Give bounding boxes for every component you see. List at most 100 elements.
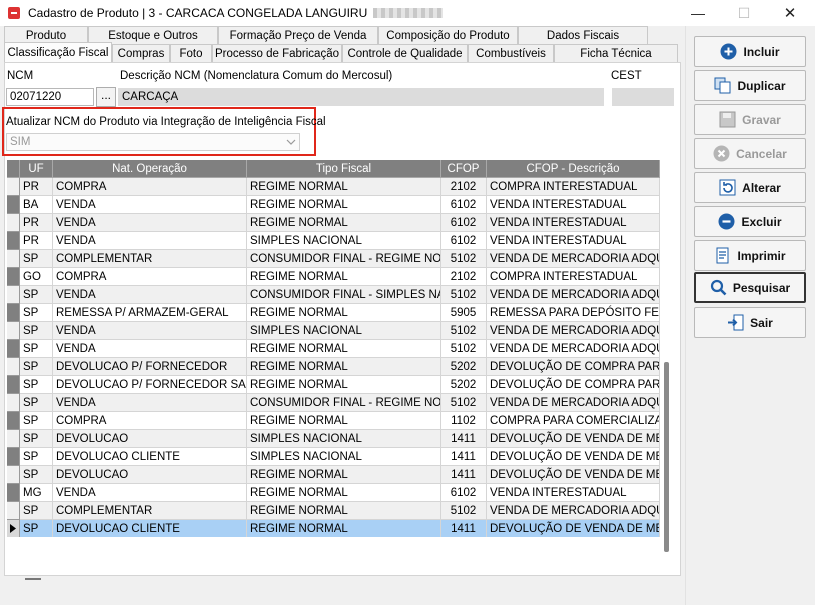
cell-cfop-descricao[interactable]: DEVOLUÇÃO DE VENDA DE MERC: [487, 520, 660, 537]
cell-tipo-fiscal[interactable]: SIMPLES NACIONAL: [247, 430, 441, 448]
tab-processo-fabricacao[interactable]: Processo de Fabricação: [212, 44, 342, 62]
cell-cfop-descricao[interactable]: VENDA DE MERCADORIA ADQUIR: [487, 340, 660, 358]
cell-tipo-fiscal[interactable]: REGIME NORMAL: [247, 484, 441, 502]
cell-nat-operacao[interactable]: DEVOLUCAO CLIENTE: [53, 448, 247, 466]
alterar-button[interactable]: Alterar: [694, 172, 806, 203]
table-row[interactable]: PR COMPRA REGIME NORMAL 2102 COMPRA INTEREST…: [7, 178, 660, 196]
tab-foto[interactable]: Foto: [170, 44, 212, 62]
cell-cfop[interactable]: 6102: [441, 484, 487, 502]
cell-nat-operacao[interactable]: DEVOLUCAO: [53, 430, 247, 448]
incluir-button[interactable]: Incluir: [694, 36, 806, 67]
cell-uf[interactable]: PR: [20, 214, 53, 232]
col-header-tipo-fiscal[interactable]: Tipo Fiscal: [247, 160, 441, 178]
cell-nat-operacao[interactable]: COMPRA: [53, 268, 247, 286]
table-row[interactable]: SP VENDA REGIME NORMAL 5102 VENDA DE MERCADO…: [7, 340, 660, 358]
duplicar-button[interactable]: Duplicar: [694, 70, 806, 101]
cell-nat-operacao[interactable]: REMESSA P/ ARMAZEM-GERAL: [53, 304, 247, 322]
pesquisar-button[interactable]: Pesquisar: [694, 272, 806, 303]
col-header-nat-operacao[interactable]: Nat. Operação: [53, 160, 247, 178]
cell-uf[interactable]: SP: [20, 376, 53, 394]
cell-cfop[interactable]: 6102: [441, 232, 487, 250]
cell-nat-operacao[interactable]: COMPRA: [53, 178, 247, 196]
cell-tipo-fiscal[interactable]: REGIME NORMAL: [247, 376, 441, 394]
cell-cfop[interactable]: 6102: [441, 214, 487, 232]
cell-cfop-descricao[interactable]: COMPRA PARA COMERCIALIZAÇÃ: [487, 412, 660, 430]
cell-uf[interactable]: PR: [20, 178, 53, 196]
tab-ficha-tecnica[interactable]: Ficha Técnica: [554, 44, 678, 62]
cell-cfop-descricao[interactable]: VENDA INTERESTADUAL: [487, 196, 660, 214]
cell-cfop[interactable]: 5202: [441, 376, 487, 394]
tab-classificacao-fiscal[interactable]: Classificação Fiscal: [4, 42, 112, 62]
table-row[interactable]: SP COMPLEMENTAR CONSUMIDOR FINAL - REGIME …: [7, 250, 660, 268]
cell-cfop-descricao[interactable]: VENDA DE MERCADORIA ADQUIR: [487, 286, 660, 304]
cell-tipo-fiscal[interactable]: REGIME NORMAL: [247, 304, 441, 322]
row-indicator[interactable]: [7, 178, 20, 196]
row-indicator[interactable]: [7, 286, 20, 304]
col-header-cfop[interactable]: CFOP: [441, 160, 487, 178]
row-indicator[interactable]: [7, 484, 20, 502]
row-indicator[interactable]: [7, 430, 20, 448]
cell-cfop-descricao[interactable]: COMPRA INTERESTADUAL: [487, 268, 660, 286]
cell-cfop-descricao[interactable]: VENDA DE MERCADORIA ADQUIR: [487, 502, 660, 520]
table-row[interactable]: SP VENDA CONSUMIDOR FINAL - REGIME NORM 510…: [7, 394, 660, 412]
cell-tipo-fiscal[interactable]: CONSUMIDOR FINAL - REGIME NORM: [247, 250, 441, 268]
cell-cfop[interactable]: 1102: [441, 412, 487, 430]
imprimir-button[interactable]: Imprimir: [694, 240, 806, 271]
table-row[interactable]: SP VENDA SIMPLES NACIONAL 5102 VENDA DE MERC…: [7, 322, 660, 340]
cell-cfop[interactable]: 5102: [441, 502, 487, 520]
cell-tipo-fiscal[interactable]: REGIME NORMAL: [247, 178, 441, 196]
tab-compras[interactable]: Compras: [112, 44, 170, 62]
cell-cfop-descricao[interactable]: VENDA INTERESTADUAL: [487, 232, 660, 250]
row-indicator[interactable]: [7, 196, 20, 214]
table-row[interactable]: SP VENDA CONSUMIDOR FINAL - SIMPLES NACI 51…: [7, 286, 660, 304]
tab-formacao-preco[interactable]: Formação Preço de Venda: [218, 26, 378, 44]
row-indicator[interactable]: [7, 466, 20, 484]
cell-nat-operacao[interactable]: VENDA: [53, 196, 247, 214]
cell-cfop[interactable]: 1411: [441, 430, 487, 448]
table-row[interactable]: PR VENDA REGIME NORMAL 6102 VENDA INTERESTAD…: [7, 214, 660, 232]
row-indicator[interactable]: [7, 358, 20, 376]
cell-tipo-fiscal[interactable]: REGIME NORMAL: [247, 412, 441, 430]
tab-dados-fiscais[interactable]: Dados Fiscais: [518, 26, 648, 44]
cell-uf[interactable]: SP: [20, 448, 53, 466]
cell-cfop-descricao[interactable]: COMPRA INTERESTADUAL: [487, 178, 660, 196]
cell-nat-operacao[interactable]: VENDA: [53, 394, 247, 412]
cell-cfop-descricao[interactable]: VENDA INTERESTADUAL: [487, 214, 660, 232]
cell-cfop[interactable]: 5202: [441, 358, 487, 376]
table-row[interactable]: SP DEVOLUCAO REGIME NORMAL 1411 DEVOLUÇÃO DE…: [7, 466, 660, 484]
cell-cfop[interactable]: 5102: [441, 340, 487, 358]
cell-cfop-descricao[interactable]: REMESSA PARA DEPÓSITO FECH: [487, 304, 660, 322]
cell-cfop[interactable]: 2102: [441, 268, 487, 286]
cell-cfop[interactable]: 1411: [441, 466, 487, 484]
cell-cfop[interactable]: 5102: [441, 286, 487, 304]
row-indicator[interactable]: [7, 394, 20, 412]
cell-cfop-descricao[interactable]: DEVOLUÇÃO DE VENDA DE MERC: [487, 466, 660, 484]
cell-cfop[interactable]: 5102: [441, 322, 487, 340]
close-button[interactable]: ✕: [767, 0, 813, 26]
cell-nat-operacao[interactable]: VENDA: [53, 232, 247, 250]
cell-uf[interactable]: BA: [20, 196, 53, 214]
row-indicator[interactable]: [7, 268, 20, 286]
cell-uf[interactable]: SP: [20, 286, 53, 304]
cell-cfop-descricao[interactable]: DEVOLUÇÃO DE VENDA DE MERC: [487, 448, 660, 466]
ncm-lookup-button[interactable]: ...: [96, 87, 116, 107]
table-row[interactable]: SP DEVOLUCAO CLIENTE REGIME NORMAL 1411 DEVO…: [7, 520, 660, 537]
tab-composicao-produto[interactable]: Composição do Produto: [378, 26, 518, 44]
cell-tipo-fiscal[interactable]: SIMPLES NACIONAL: [247, 448, 441, 466]
minimize-button[interactable]: —: [675, 0, 721, 26]
row-indicator[interactable]: [7, 250, 20, 268]
cell-uf[interactable]: PR: [20, 232, 53, 250]
cell-tipo-fiscal[interactable]: SIMPLES NACIONAL: [247, 322, 441, 340]
cell-tipo-fiscal[interactable]: REGIME NORMAL: [247, 520, 441, 537]
table-row[interactable]: GO COMPRA REGIME NORMAL 2102 COMPRA INTEREST…: [7, 268, 660, 286]
col-header-cfop-descricao[interactable]: CFOP - Descrição: [487, 160, 660, 178]
cell-nat-operacao[interactable]: VENDA: [53, 484, 247, 502]
cell-uf[interactable]: SP: [20, 430, 53, 448]
row-indicator[interactable]: [7, 322, 20, 340]
table-row[interactable]: SP REMESSA P/ ARMAZEM-GERAL REGIME NORMAL 5…: [7, 304, 660, 322]
excluir-button[interactable]: Excluir: [694, 206, 806, 237]
gravar-button[interactable]: Gravar: [694, 104, 806, 135]
cell-nat-operacao[interactable]: COMPLEMENTAR: [53, 502, 247, 520]
cell-uf[interactable]: SP: [20, 322, 53, 340]
cell-tipo-fiscal[interactable]: REGIME NORMAL: [247, 466, 441, 484]
